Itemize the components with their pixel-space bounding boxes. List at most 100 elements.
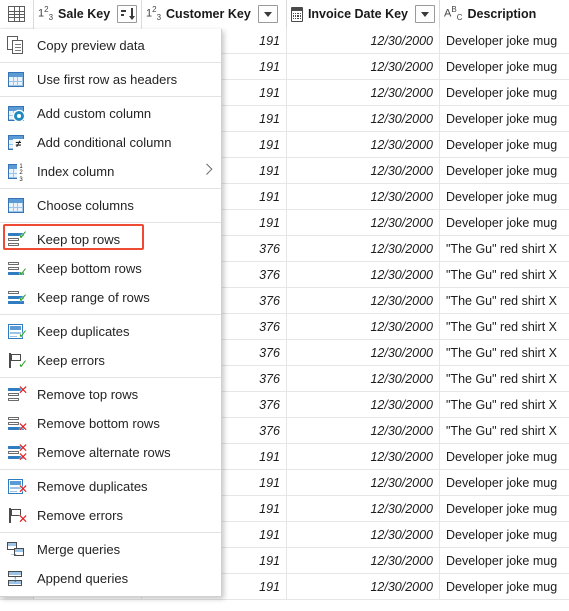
cell-invoice-date-key[interactable]: 12/30/2000 <box>287 210 440 235</box>
number-123-icon: 123 <box>146 5 162 22</box>
cell-invoice-date-key[interactable]: 12/30/2000 <box>287 236 440 261</box>
column-header-label: Invoice Date Key <box>307 7 408 21</box>
menu-item-remove-errors[interactable]: ✕ Remove errors <box>0 501 221 530</box>
menu-item-add-conditional-column[interactable]: ≠ Add conditional column <box>0 128 221 157</box>
menu-separator <box>0 532 221 533</box>
menu-item-remove-top-rows[interactable]: ✕ Remove top rows <box>0 380 221 409</box>
cell-description[interactable]: Developer joke mug <box>440 548 569 573</box>
chevron-right-icon <box>201 163 213 175</box>
cell-description[interactable]: Developer joke mug <box>440 28 569 53</box>
menu-item-remove-alternate-rows[interactable]: ✕ ✕ Remove alternate rows <box>0 438 221 467</box>
menu-item-label: Use first row as headers <box>37 72 178 87</box>
cell-invoice-date-key[interactable]: 12/30/2000 <box>287 496 440 521</box>
cell-invoice-date-key[interactable]: 12/30/2000 <box>287 392 440 417</box>
cell-description[interactable]: Developer joke mug <box>440 106 569 131</box>
menu-item-label: Remove errors <box>37 508 123 523</box>
cell-invoice-date-key[interactable]: 12/30/2000 <box>287 106 440 131</box>
sort-descending-icon <box>120 8 136 20</box>
cell-invoice-date-key[interactable]: 12/30/2000 <box>287 262 440 287</box>
cell-description[interactable]: "The Gu" red shirt X <box>440 340 569 365</box>
cell-description[interactable]: Developer joke mug <box>440 54 569 79</box>
cell-description[interactable]: Developer joke mug <box>440 574 569 599</box>
table-icon <box>8 6 25 22</box>
cell-invoice-date-key[interactable]: 12/30/2000 <box>287 54 440 79</box>
menu-item-index-column[interactable]: 1 2 3 Index column <box>0 157 221 186</box>
cell-description[interactable]: Developer joke mug <box>440 522 569 547</box>
number-123-icon: 123 <box>38 5 54 22</box>
menu-item-keep-duplicates[interactable]: ✓ Keep duplicates <box>0 317 221 346</box>
filter-dropdown-button[interactable] <box>257 5 278 23</box>
cell-invoice-date-key[interactable]: 12/30/2000 <box>287 444 440 469</box>
cell-invoice-date-key[interactable]: 12/30/2000 <box>287 470 440 495</box>
sort-descending-filter-button[interactable] <box>117 5 138 23</box>
column-header-description[interactable]: ABC Description <box>440 0 569 28</box>
cell-invoice-date-key[interactable]: 12/30/2000 <box>287 184 440 209</box>
column-header-sale-key[interactable]: 123 Sale Key <box>34 0 142 28</box>
cell-description[interactable]: Developer joke mug <box>440 444 569 469</box>
menu-item-label: Keep errors <box>37 353 105 368</box>
cell-description[interactable]: "The Gu" red shirt X <box>440 236 569 261</box>
menu-item-remove-bottom-rows[interactable]: ✕ Remove bottom rows <box>0 409 221 438</box>
filter-dropdown-button[interactable] <box>415 5 435 23</box>
menu-item-append-queries[interactable]: ↕ Append queries <box>0 564 221 593</box>
cell-invoice-date-key[interactable]: 12/30/2000 <box>287 132 440 157</box>
cell-description[interactable]: "The Gu" red shirt X <box>440 314 569 339</box>
cell-invoice-date-key[interactable]: 12/30/2000 <box>287 522 440 547</box>
copy-preview-data-icon <box>7 36 26 55</box>
cell-invoice-date-key[interactable]: 12/30/2000 <box>287 548 440 573</box>
cell-description[interactable]: "The Gu" red shirt X <box>440 366 569 391</box>
menu-item-label: Add conditional column <box>37 135 172 150</box>
cell-description[interactable]: "The Gu" red shirt X <box>440 262 569 287</box>
menu-item-keep-errors[interactable]: ✓ Keep errors <box>0 346 221 375</box>
cell-description[interactable]: "The Gu" red shirt X <box>440 392 569 417</box>
cell-description[interactable]: "The Gu" red shirt X <box>440 418 569 443</box>
column-header-customer-key[interactable]: 123 Customer Key <box>142 0 287 28</box>
chevron-down-icon <box>421 11 429 17</box>
remove-duplicates-icon: ✕ <box>7 477 28 496</box>
menu-item-label: Remove bottom rows <box>37 416 160 431</box>
column-context-menu[interactable]: Copy preview data Use first row as header… <box>0 29 222 597</box>
menu-item-label: Keep top rows <box>37 232 121 247</box>
menu-item-copy-preview-data[interactable]: Copy preview data <box>0 31 221 60</box>
cell-invoice-date-key[interactable]: 12/30/2000 <box>287 418 440 443</box>
remove-top-rows-icon: ✕ <box>7 384 28 404</box>
cell-invoice-date-key[interactable]: 12/30/2000 <box>287 574 440 599</box>
cell-description[interactable]: Developer joke mug <box>440 470 569 495</box>
cell-invoice-date-key[interactable]: 12/30/2000 <box>287 80 440 105</box>
row-number-header[interactable] <box>0 0 34 28</box>
column-header-invoice-date-key[interactable]: Invoice Date Key <box>287 0 440 28</box>
menu-item-add-custom-column[interactable]: Add custom column <box>0 99 221 128</box>
cell-invoice-date-key[interactable]: 12/30/2000 <box>287 158 440 183</box>
cell-invoice-date-key[interactable]: 12/30/2000 <box>287 28 440 53</box>
keep-top-rows-icon: ✓ <box>7 229 28 249</box>
cell-invoice-date-key[interactable]: 12/30/2000 <box>287 314 440 339</box>
menu-separator <box>0 62 221 63</box>
menu-item-choose-columns[interactable]: Choose columns <box>0 191 221 220</box>
keep-errors-icon: ✓ <box>7 351 28 370</box>
remove-errors-icon: ✕ <box>7 506 28 525</box>
cell-invoice-date-key[interactable]: 12/30/2000 <box>287 340 440 365</box>
menu-separator <box>0 188 221 189</box>
menu-item-keep-bottom-rows[interactable]: ✓ Keep bottom rows <box>0 254 221 283</box>
choose-columns-icon <box>7 196 26 215</box>
column-header-label: Customer Key <box>166 7 251 21</box>
cell-description[interactable]: Developer joke mug <box>440 184 569 209</box>
cell-invoice-date-key[interactable]: 12/30/2000 <box>287 366 440 391</box>
cell-description[interactable]: "The Gu" red shirt X <box>440 288 569 313</box>
menu-item-keep-top-rows[interactable]: ✓ Keep top rows <box>0 225 221 254</box>
menu-item-keep-range-of-rows[interactable]: ✓ Keep range of rows <box>0 283 221 312</box>
calendar-icon <box>291 6 303 22</box>
cell-description[interactable]: Developer joke mug <box>440 496 569 521</box>
menu-item-use-first-row-as-headers[interactable]: Use first row as headers <box>0 65 221 94</box>
add-custom-column-icon <box>7 104 26 123</box>
menu-item-remove-duplicates[interactable]: ✕ Remove duplicates <box>0 472 221 501</box>
menu-item-label: Add custom column <box>37 106 152 121</box>
cell-description[interactable]: Developer joke mug <box>440 80 569 105</box>
cell-description[interactable]: Developer joke mug <box>440 210 569 235</box>
menu-item-merge-queries[interactable]: → Merge queries <box>0 535 221 564</box>
power-query-editor-screen: 123 Sale Key 123 Customer Key Invoice Da… <box>0 0 569 611</box>
cell-invoice-date-key[interactable]: 12/30/2000 <box>287 288 440 313</box>
cell-description[interactable]: Developer joke mug <box>440 158 569 183</box>
cell-description[interactable]: Developer joke mug <box>440 132 569 157</box>
menu-item-label: Keep duplicates <box>37 324 130 339</box>
